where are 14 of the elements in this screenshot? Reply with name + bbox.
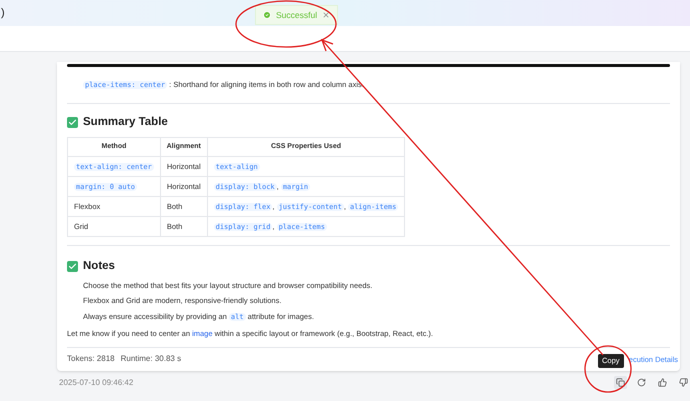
check-mark-icon bbox=[67, 260, 78, 272]
check-mark-icon bbox=[67, 116, 78, 128]
success-icon bbox=[263, 11, 271, 19]
token-count: Tokens: 2818 bbox=[67, 353, 115, 366]
timestamp: 2025-07-10 09:46:42 bbox=[59, 376, 134, 389]
section-heading: Notes bbox=[83, 258, 115, 274]
close-icon[interactable] bbox=[322, 11, 330, 19]
runtime-text: Runtime: 30.83 s bbox=[120, 353, 182, 366]
toast-message: Successful bbox=[276, 8, 318, 22]
thumbs-up-button[interactable] bbox=[656, 376, 669, 390]
thumbs-down-button[interactable] bbox=[677, 376, 690, 390]
copy-button[interactable] bbox=[614, 376, 627, 390]
section-heading: Summary Table bbox=[83, 114, 168, 130]
header-title: ) bbox=[1, 6, 5, 21]
